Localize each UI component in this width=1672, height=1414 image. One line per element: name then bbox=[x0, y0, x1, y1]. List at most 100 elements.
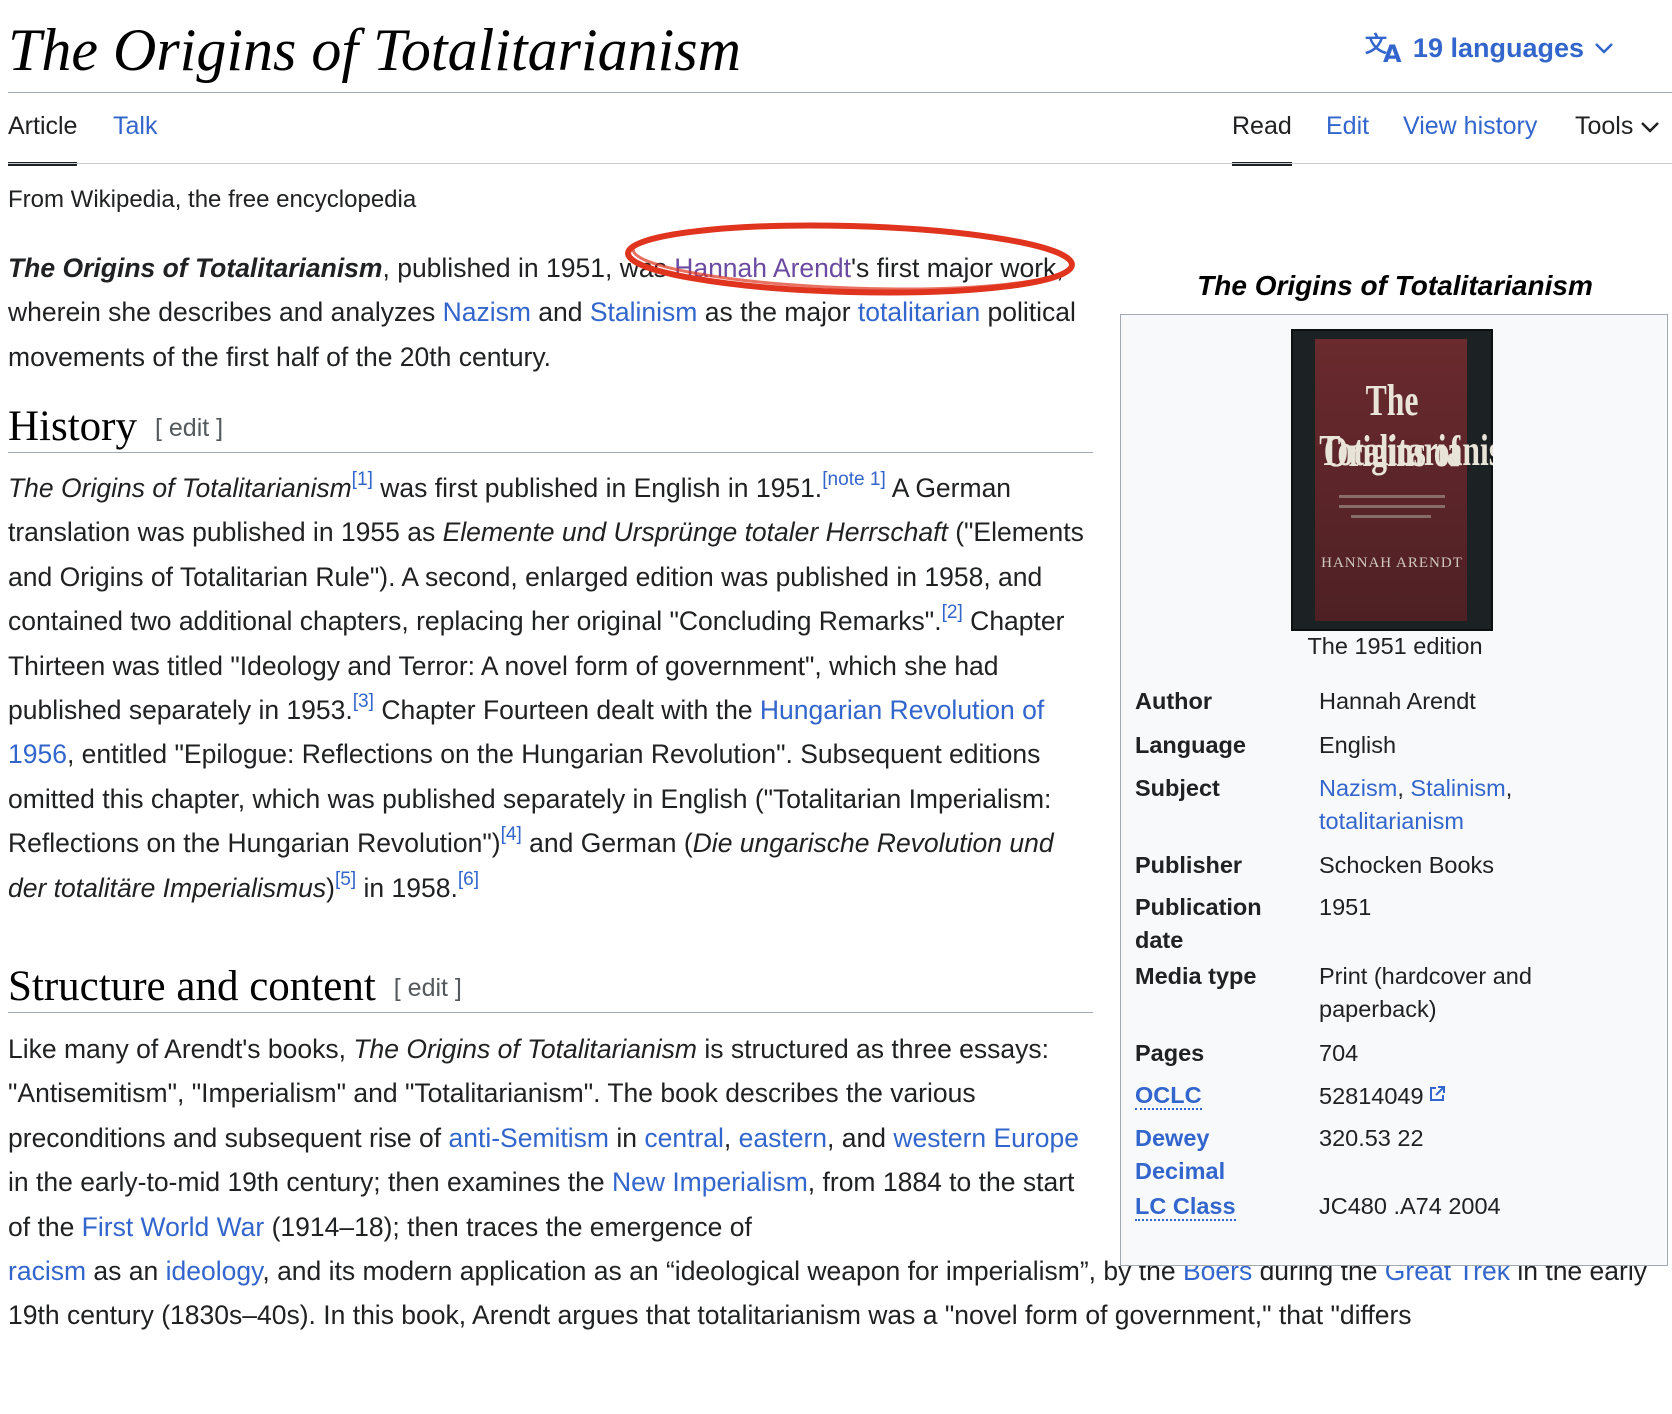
history-heading-text: History bbox=[8, 403, 137, 450]
structure-paragraph-narrow: Like many of Arendt's books, The Origins… bbox=[8, 1027, 1093, 1249]
separator: , bbox=[1397, 775, 1411, 801]
oclc-number: 52814049 bbox=[1319, 1083, 1424, 1109]
link-oclc-label[interactable]: OCLC bbox=[1135, 1079, 1295, 1112]
cover-title-line2: Totalitarianism bbox=[1319, 426, 1493, 475]
ref-6[interactable]: [6] bbox=[458, 869, 479, 890]
book-cover-image[interactable]: The Origins of Totalitarianism HANNAH AR… bbox=[1291, 329, 1493, 631]
lead-paragraph: The Origins of Totalitarianism, publishe… bbox=[8, 246, 1093, 379]
link-western-europe[interactable]: western Europe bbox=[893, 1123, 1079, 1153]
link-subject-stalinism[interactable]: Stalinism bbox=[1410, 775, 1505, 801]
row-label: Subject bbox=[1135, 775, 1220, 801]
link-eastern-europe[interactable]: eastern bbox=[739, 1123, 827, 1153]
ref-note-1[interactable]: [note 1] bbox=[822, 469, 886, 490]
structure-text: , and its modern application as an “ideo… bbox=[262, 1256, 1183, 1286]
structure-text: (1914–18); then traces the emergence of bbox=[264, 1211, 752, 1242]
link-publisher[interactable]: Schocken Books bbox=[1319, 849, 1659, 882]
structure-text: , bbox=[723, 1122, 739, 1153]
row-label: Publication date bbox=[1135, 891, 1295, 957]
history-text: Elemente und Ursprünge totaler Herrschaf… bbox=[442, 517, 948, 548]
history-text: and German ( bbox=[521, 828, 693, 859]
tab-edit[interactable]: Edit bbox=[1326, 112, 1369, 141]
row-label: Media type bbox=[1135, 963, 1257, 989]
structure-text: as an bbox=[86, 1256, 166, 1286]
cover-author: HANNAH ARENDT bbox=[1321, 555, 1463, 571]
svg-text:A: A bbox=[1383, 40, 1402, 64]
cover-blurb-line bbox=[1351, 515, 1431, 518]
ref-2[interactable]: [2] bbox=[942, 602, 963, 623]
lead-text: as the major bbox=[697, 297, 858, 328]
structure-heading-text: Structure and content bbox=[8, 963, 376, 1010]
structure-text: Like many of Arendt's books, bbox=[8, 1034, 354, 1064]
link-hannah-arendt[interactable]: Hannah Arendt bbox=[674, 253, 851, 283]
row-label-line: date bbox=[1135, 927, 1184, 953]
link-central-europe[interactable]: central bbox=[644, 1123, 724, 1153]
row-value: 1951 bbox=[1319, 894, 1372, 920]
row-value-line: Print (hardcover and bbox=[1319, 963, 1532, 989]
tools-menu[interactable]: Tools bbox=[1575, 112, 1660, 141]
tab-read[interactable]: Read bbox=[1232, 112, 1292, 166]
link-first-world-war[interactable]: First World War bbox=[82, 1212, 265, 1242]
row-label: Publisher bbox=[1135, 852, 1243, 878]
tab-view-history[interactable]: View history bbox=[1403, 112, 1537, 141]
row-value: Nazism, Stalinism, totalitarianism bbox=[1319, 772, 1659, 838]
row-value: English bbox=[1319, 732, 1397, 758]
link-racism[interactable]: racism bbox=[8, 1256, 86, 1286]
link-totalitarian[interactable]: totalitarian bbox=[858, 297, 980, 327]
link-lc-class-label[interactable]: LC Class bbox=[1135, 1190, 1295, 1223]
image-caption: The 1951 edition bbox=[1307, 633, 1483, 659]
tabs-divider bbox=[8, 163, 1672, 164]
row-value: 704 bbox=[1319, 1040, 1359, 1066]
history-text: The Origins of Totalitarianism bbox=[8, 473, 352, 503]
history-text: Chapter Fourteen dealt with the bbox=[373, 695, 760, 726]
row-value: Print (hardcover and paperback) bbox=[1319, 960, 1659, 1026]
history-paragraph: The Origins of Totalitarianism[1] was fi… bbox=[8, 466, 1093, 910]
link-oclc-number[interactable]: 52814049 bbox=[1319, 1079, 1659, 1113]
infobox-title: The Origins of Totalitarianism bbox=[1197, 270, 1593, 301]
ref-4[interactable]: [4] bbox=[501, 824, 522, 845]
history-text: was first published in English in 1951. bbox=[372, 473, 823, 503]
tab-talk[interactable]: Talk bbox=[113, 112, 157, 141]
external-link-icon bbox=[1428, 1079, 1446, 1112]
structure-text: in bbox=[609, 1122, 645, 1153]
row-label-line: Publication bbox=[1135, 894, 1262, 920]
row-label: Pages bbox=[1135, 1040, 1205, 1066]
history-text: ) bbox=[326, 872, 335, 903]
languages-button[interactable]: 文 A 19 languages bbox=[1365, 32, 1614, 64]
edit-section-history[interactable]: [ edit ] bbox=[155, 414, 223, 442]
link-subject-totalitarianism[interactable]: totalitarianism bbox=[1319, 808, 1464, 834]
link-stalinism[interactable]: Stalinism bbox=[590, 297, 698, 327]
link-ideology[interactable]: ideology bbox=[166, 1256, 263, 1286]
row-label-line: Dewey bbox=[1135, 1125, 1210, 1151]
infobox: The Origins of Totalitarianism HANNAH AR… bbox=[1120, 314, 1668, 1266]
site-tagline: From Wikipedia, the free encyclopedia bbox=[8, 186, 417, 213]
row-label: Author bbox=[1135, 688, 1213, 714]
structure-text: , and bbox=[827, 1122, 894, 1153]
link-nazism[interactable]: Nazism bbox=[443, 297, 531, 327]
history-text: in 1958. bbox=[356, 872, 458, 903]
page-title: The Origins of Totalitarianism bbox=[8, 17, 741, 83]
link-dewey-label[interactable]: Dewey Decimal bbox=[1135, 1122, 1295, 1188]
ref-3[interactable]: [3] bbox=[353, 691, 374, 712]
structure-text: The Origins of Totalitarianism bbox=[353, 1034, 697, 1064]
ref-1[interactable]: [1] bbox=[352, 469, 373, 490]
tab-article[interactable]: Article bbox=[8, 112, 78, 166]
row-value: 320.53 22 bbox=[1319, 1125, 1424, 1151]
row-label-line: Decimal bbox=[1135, 1158, 1226, 1184]
section-heading-history: History [ edit ] bbox=[8, 402, 1093, 453]
languages-label: 19 languages bbox=[1412, 32, 1584, 63]
link-new-imperialism[interactable]: New Imperialism bbox=[612, 1167, 808, 1197]
cover-blurb-line bbox=[1339, 505, 1445, 508]
link-author[interactable]: Hannah Arendt bbox=[1319, 685, 1659, 718]
edit-section-structure[interactable]: [ edit ] bbox=[394, 974, 462, 1002]
ref-5[interactable]: [5] bbox=[335, 869, 356, 890]
tools-label: Tools bbox=[1575, 112, 1634, 140]
link-anti-semitism[interactable]: anti-Semitism bbox=[449, 1123, 610, 1153]
link-subject-nazism[interactable]: Nazism bbox=[1319, 775, 1397, 801]
row-value-line: paperback) bbox=[1319, 996, 1437, 1022]
title-divider bbox=[8, 92, 1672, 93]
cover-blurb-line bbox=[1339, 495, 1445, 498]
row-label: Language bbox=[1135, 732, 1246, 758]
lead-text: and bbox=[530, 297, 590, 328]
chevron-down-icon bbox=[1640, 112, 1660, 140]
abbr-lc-class: LC Class bbox=[1135, 1193, 1236, 1221]
